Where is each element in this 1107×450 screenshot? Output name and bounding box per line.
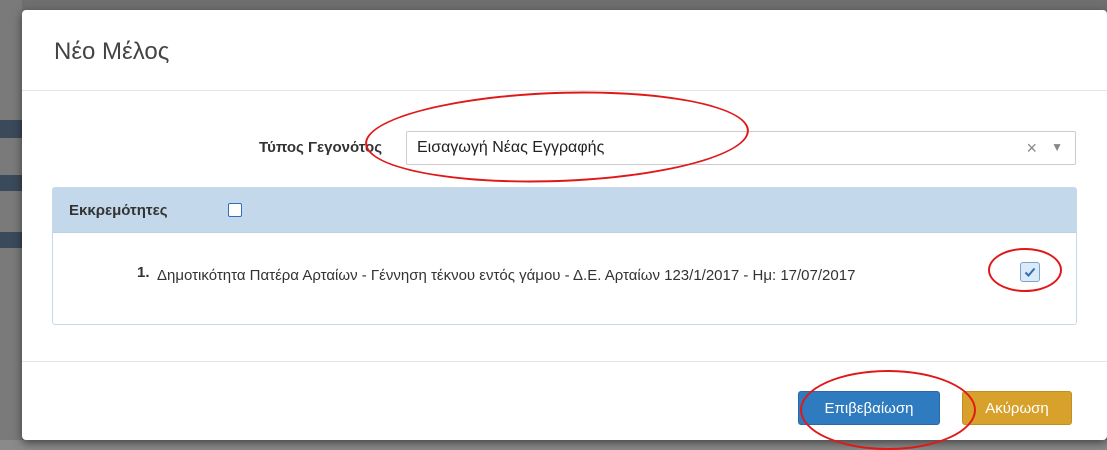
page-backdrop-bottom [0, 440, 1107, 450]
event-type-row: Τύπος Γεγονότος Εισαγωγή Νέας Εγγραφής ×… [22, 131, 1107, 165]
backdrop-element [0, 120, 22, 138]
pending-heading-label: Εκκρεμότητες [69, 202, 168, 219]
pending-panel: Εκκρεμότητες 1. Δημοτικότητα Πατέρα Αρτα… [52, 187, 1077, 325]
event-type-select[interactable]: Εισαγωγή Νέας Εγγραφής × ▼ [406, 131, 1076, 165]
select-all-checkbox[interactable] [228, 203, 242, 217]
dialog-footer: Επιβεβαίωση Ακύρωση [22, 362, 1107, 441]
item-text: Δημοτικότητα Πατέρα Αρταίων - Γέννηση τέ… [157, 267, 856, 284]
backdrop-element [0, 175, 22, 191]
cancel-button[interactable]: Ακύρωση [962, 391, 1072, 425]
event-type-selected-value: Εισαγωγή Νέας Εγγραφής [417, 139, 605, 156]
list-item: 1. Δημοτικότητα Πατέρα Αρταίων - Γέννηση… [53, 232, 1076, 326]
page-backdrop [0, 0, 22, 450]
confirm-button[interactable]: Επιβεβαίωση [798, 391, 940, 425]
new-member-dialog: Νέο Μέλος Τύπος Γεγονότος Εισαγωγή Νέας … [22, 10, 1107, 440]
dialog-title: Νέο Μέλος [54, 38, 170, 65]
item-checkbox[interactable] [1020, 262, 1040, 282]
dialog-body: Τύπος Γεγονότος Εισαγωγή Νέας Εγγραφής ×… [22, 91, 1107, 362]
clear-icon[interactable]: × [1026, 138, 1037, 159]
item-number: 1. [137, 264, 150, 281]
event-type-label: Τύπος Γεγονότος [259, 139, 382, 156]
dialog-header: Νέο Μέλος [22, 10, 1107, 91]
pending-panel-heading: Εκκρεμότητες [53, 188, 1076, 233]
check-icon [1024, 267, 1036, 277]
backdrop-element [0, 232, 22, 248]
chevron-down-icon[interactable]: ▼ [1051, 140, 1063, 154]
